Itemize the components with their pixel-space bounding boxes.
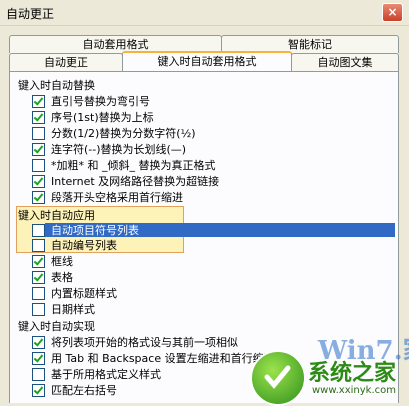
checkbox[interactable] bbox=[32, 335, 45, 349]
checkbox[interactable] bbox=[32, 367, 45, 381]
checkbox[interactable] bbox=[32, 286, 45, 300]
option-label: 段落开头空格采用首行缩进 bbox=[51, 191, 183, 204]
title-bar: 自动更正 × bbox=[0, 0, 409, 26]
option-label: 内置标题样式 bbox=[51, 287, 117, 300]
option-borders[interactable]: 框线 bbox=[32, 253, 73, 269]
close-button[interactable]: × bbox=[382, 3, 403, 22]
option-label: 连字符(--)替换为长划线(—) bbox=[51, 143, 187, 156]
option-label: 自动项目符号列表 bbox=[51, 224, 139, 237]
checkbox[interactable] bbox=[32, 190, 45, 204]
option-bold-italic[interactable]: *加粗* 和 _倾斜_ 替换为真正格式 bbox=[32, 157, 216, 173]
option-label: 框线 bbox=[51, 255, 73, 268]
option-ordinals[interactable]: 序号(1st)替换为上标 bbox=[32, 109, 154, 125]
group-label-automatic: 键入时自动实现 bbox=[18, 320, 95, 333]
checkbox[interactable] bbox=[32, 238, 45, 252]
watermark-url: www.xxinyk.com bbox=[312, 385, 396, 396]
option-define-styles[interactable]: 基于所用格式定义样式 bbox=[32, 366, 161, 382]
option-label: *加粗* 和 _倾斜_ 替换为真正格式 bbox=[51, 159, 216, 172]
option-tab-backspace-indent[interactable]: 用 Tab 和 Backspace 设置左缩进和首行缩进 bbox=[32, 350, 275, 366]
option-label: 基于所用格式定义样式 bbox=[51, 368, 161, 381]
option-first-line-indent[interactable]: 段落开头空格采用首行缩进 bbox=[32, 189, 183, 205]
option-dashes[interactable]: 连字符(--)替换为长划线(—) bbox=[32, 141, 186, 157]
watermark-brand: 系统之家 bbox=[308, 360, 397, 386]
checkbox[interactable] bbox=[32, 94, 45, 108]
option-list-format[interactable]: 将列表项开始的格式设与其前一项相似 bbox=[32, 334, 238, 350]
option-heading-styles[interactable]: 内置标题样式 bbox=[32, 285, 117, 301]
option-match-parentheses[interactable]: 匹配左右括号 bbox=[32, 382, 117, 398]
tab-label: 智能标记 bbox=[288, 38, 332, 51]
checkbox[interactable] bbox=[32, 223, 45, 237]
checkbox[interactable] bbox=[32, 174, 45, 188]
option-label: 分数(1/2)替换为分数字符(½) bbox=[51, 127, 196, 140]
tab-autoformat-as-you-type[interactable]: 键入时自动套用格式 bbox=[122, 51, 292, 71]
option-numbered-lists[interactable]: 自动编号列表 bbox=[32, 237, 117, 253]
checkbox[interactable] bbox=[32, 254, 45, 268]
group-label-replace: 键入时自动替换 bbox=[18, 79, 95, 92]
tab-label: 键入时自动套用格式 bbox=[157, 55, 257, 68]
window-title: 自动更正 bbox=[6, 7, 55, 21]
option-label: 将列表项开始的格式设与其前一项相似 bbox=[51, 336, 238, 349]
checkbox[interactable] bbox=[32, 270, 45, 284]
tab-label: 自动图文集 bbox=[317, 56, 373, 69]
checkbox[interactable] bbox=[32, 126, 45, 140]
watermark-logo-icon bbox=[250, 350, 306, 406]
tab-autotext[interactable]: 自动图文集 bbox=[291, 53, 399, 71]
option-label: 序号(1st)替换为上标 bbox=[51, 111, 154, 124]
option-smart-quotes[interactable]: 直引号替换为弯引号 bbox=[32, 93, 150, 109]
option-label: 表格 bbox=[51, 271, 73, 284]
option-hyperlinks[interactable]: Internet 及网络路径替换为超链接 bbox=[32, 173, 219, 189]
option-label: 直引号替换为弯引号 bbox=[51, 95, 150, 108]
option-label: Internet 及网络路径替换为超链接 bbox=[51, 175, 220, 188]
checkbox[interactable] bbox=[32, 302, 45, 316]
option-label: 日期样式 bbox=[51, 303, 95, 316]
option-date-styles[interactable]: 日期样式 bbox=[32, 301, 95, 317]
option-fractions[interactable]: 分数(1/2)替换为分数字符(½) bbox=[32, 125, 196, 141]
tab-label: 自动套用格式 bbox=[82, 38, 149, 51]
option-label: 用 Tab 和 Backspace 设置左缩进和首行缩进 bbox=[51, 352, 275, 365]
group-label-apply: 键入时自动应用 bbox=[18, 209, 95, 222]
checkbox[interactable] bbox=[32, 351, 45, 365]
close-icon: × bbox=[387, 5, 398, 19]
tab-label: 自动更正 bbox=[44, 56, 88, 69]
option-tables[interactable]: 表格 bbox=[32, 269, 73, 285]
checkbox[interactable] bbox=[32, 142, 45, 156]
option-bulleted-lists[interactable]: 自动项目符号列表 bbox=[32, 222, 139, 238]
checkbox[interactable] bbox=[32, 110, 45, 124]
tab-autocorrect[interactable]: 自动更正 bbox=[9, 53, 123, 71]
checkbox[interactable] bbox=[32, 158, 45, 172]
option-label: 匹配左右括号 bbox=[51, 384, 117, 397]
option-label: 自动编号列表 bbox=[51, 239, 117, 252]
checkbox[interactable] bbox=[32, 383, 45, 397]
